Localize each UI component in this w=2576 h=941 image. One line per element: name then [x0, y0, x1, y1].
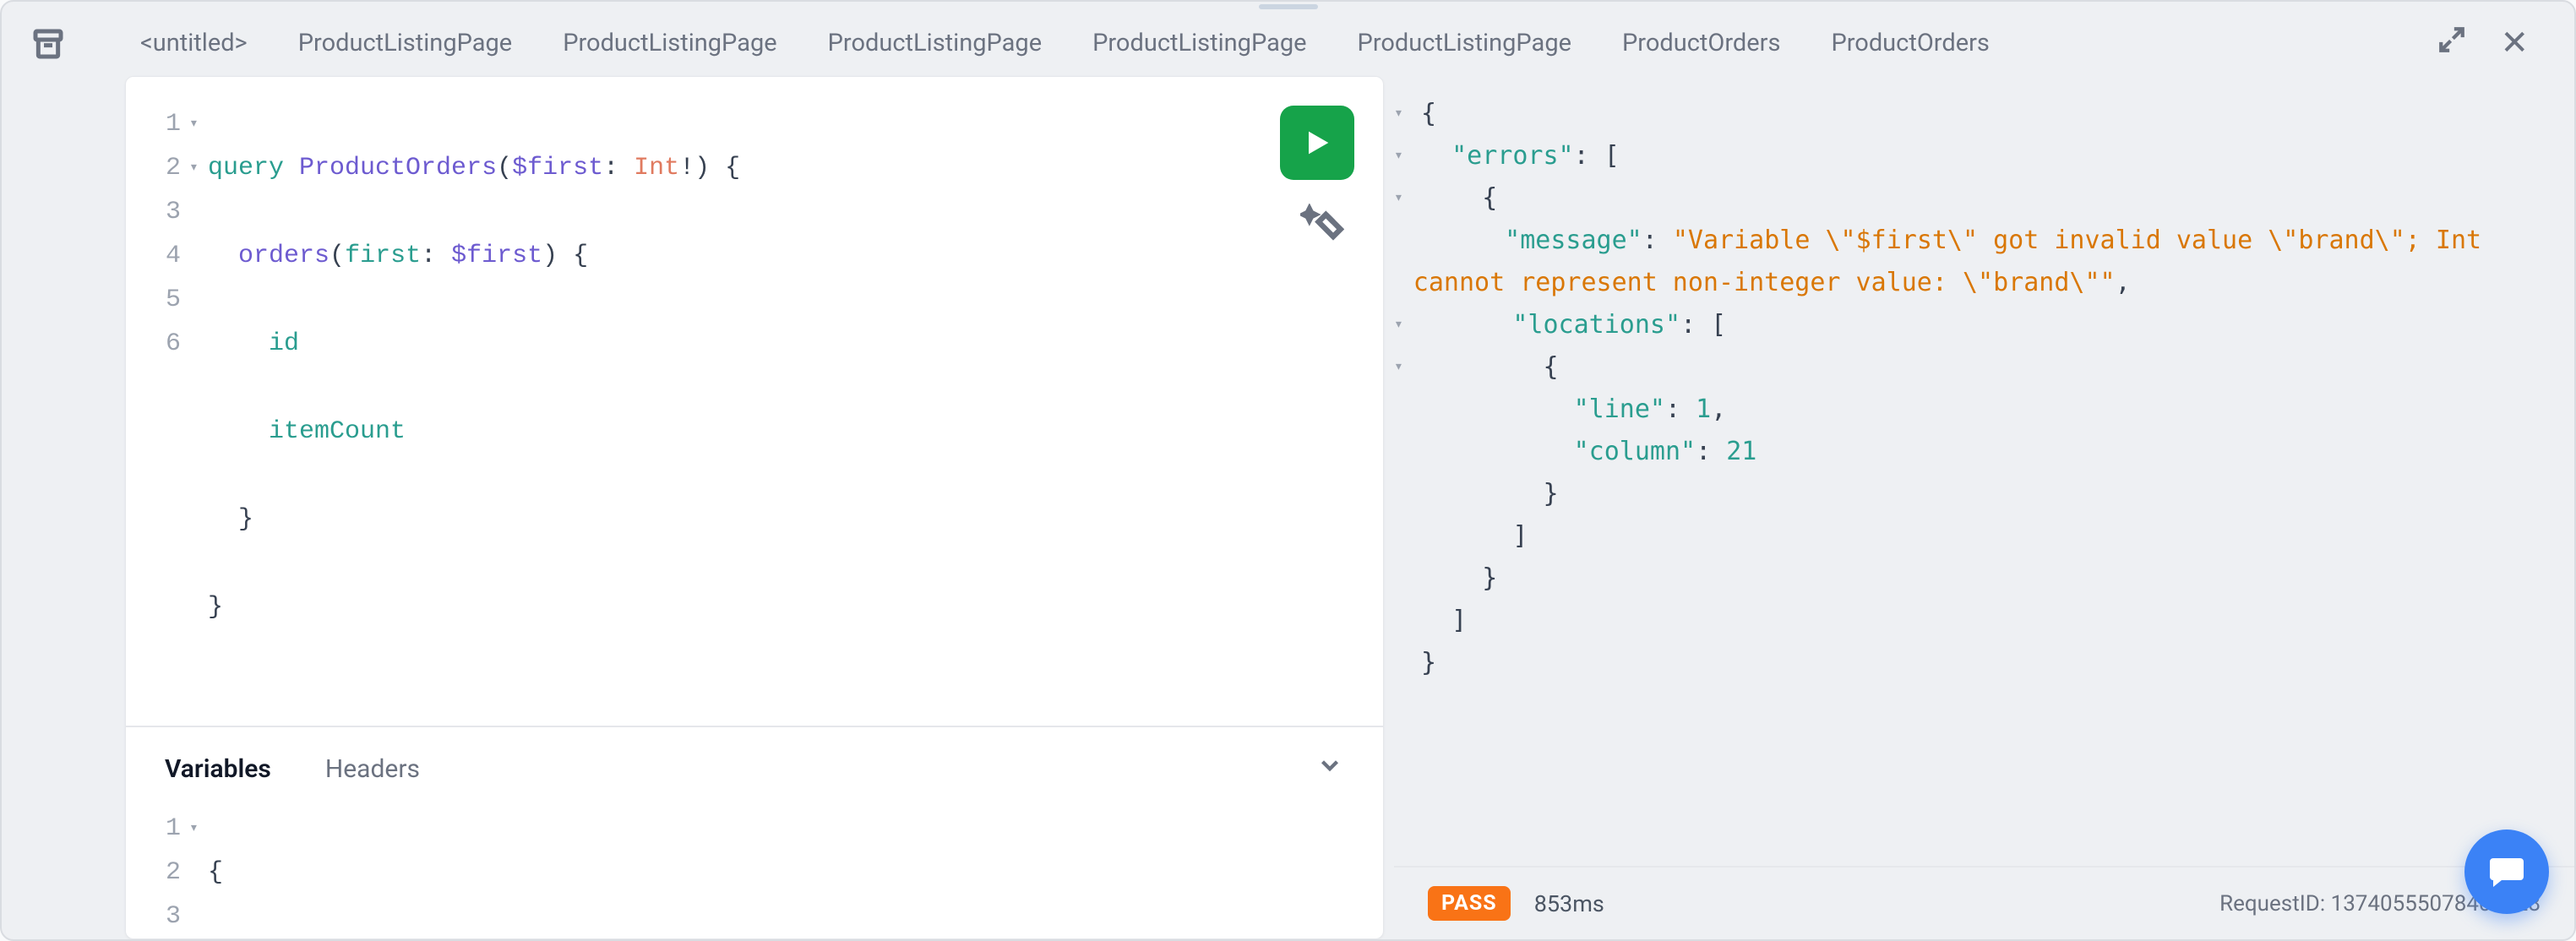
variables-panel: Variables Headers 1 2 3 ▾ [126, 726, 1383, 939]
left-rail [2, 2, 95, 939]
editor-gutter: 1 2 3 4 5 6 [126, 102, 189, 717]
run-button[interactable] [1280, 106, 1354, 180]
query-editor[interactable]: 1 2 3 4 5 6 ▾ ▾ [126, 77, 1383, 726]
tab-product-listing-2[interactable]: ProductListingPage [563, 29, 776, 57]
archive-icon[interactable] [31, 27, 65, 67]
status-badge: PASS [1428, 886, 1511, 921]
tab-bar: <untitled> ProductListingPage ProductLis… [95, 2, 2574, 76]
tab-product-listing-4[interactable]: ProductListingPage [1092, 29, 1306, 57]
close-icon[interactable]: ✕ [2500, 26, 2529, 60]
chat-launcher-icon[interactable] [2464, 829, 2549, 914]
tab-product-orders-1[interactable]: ProductOrders [1622, 29, 1780, 57]
editor-panel: 1 2 3 4 5 6 ▾ ▾ [125, 76, 1384, 939]
prettify-icon[interactable] [1300, 204, 1344, 247]
editor-code[interactable]: query ProductOrders($first: Int!) { orde… [208, 102, 740, 717]
tab-untitled[interactable]: <untitled> [140, 29, 248, 57]
tab-product-listing-3[interactable]: ProductListingPage [828, 29, 1042, 57]
top-drag-handle[interactable] [1255, 2, 1322, 12]
editor-fold-column: ▾ ▾ [189, 102, 208, 717]
results-panel: ▾{▾ "errors": [▾ { "message": "Variable … [1384, 76, 2574, 939]
response-time: 853ms [1534, 890, 1604, 917]
app-root: <untitled> ProductListingPage ProductLis… [0, 0, 2576, 941]
status-bar: PASS 853ms RequestID: 13740555078401528 [1394, 866, 2574, 939]
results-json[interactable]: ▾{▾ "errors": [▾ { "message": "Variable … [1394, 88, 2574, 866]
main-area: <untitled> ProductListingPage ProductLis… [95, 2, 2574, 939]
tab-product-orders-2[interactable]: ProductOrders [1831, 29, 1989, 57]
expand-icon[interactable] [2437, 25, 2466, 61]
variables-editor[interactable]: 1 2 3 ▾ { "first": "brand" } [126, 807, 1383, 939]
collapse-variables-icon[interactable] [1315, 751, 1344, 786]
workspace: 1 2 3 4 5 6 ▾ ▾ [95, 76, 2574, 939]
tab-product-listing-5[interactable]: ProductListingPage [1358, 29, 1571, 57]
tab-variables[interactable]: Variables [165, 754, 271, 784]
tab-headers[interactable]: Headers [325, 754, 420, 784]
tab-product-listing-1[interactable]: ProductListingPage [298, 29, 512, 57]
